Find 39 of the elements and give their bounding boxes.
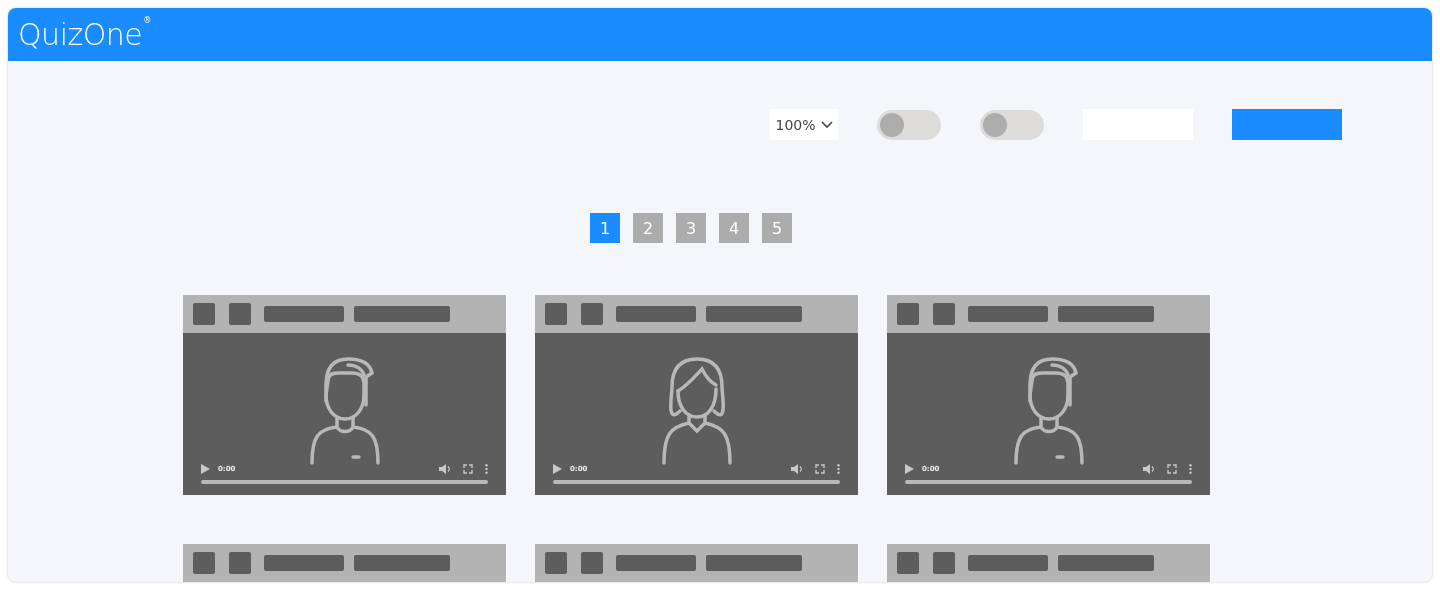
zoom-select[interactable]: 100%: [770, 109, 838, 140]
page-button[interactable]: 3: [676, 213, 706, 243]
fullscreen-icon[interactable]: [815, 464, 825, 474]
more-icon[interactable]: [485, 464, 488, 474]
page-button[interactable]: 1: [590, 213, 620, 243]
play-icon[interactable]: [553, 464, 562, 474]
fullscreen-icon[interactable]: [1167, 464, 1177, 474]
progress-track[interactable]: [553, 480, 840, 484]
progress-track[interactable]: [905, 480, 1192, 484]
toolbar-icon[interactable]: [897, 303, 919, 325]
page-button[interactable]: 4: [719, 213, 749, 243]
more-icon[interactable]: [1189, 464, 1192, 474]
toolbar-icon[interactable]: [229, 303, 251, 325]
toolbar-icon[interactable]: [545, 552, 567, 574]
progress-track[interactable]: [201, 480, 488, 484]
toolbar-icon[interactable]: [897, 552, 919, 574]
registered-mark: ®: [143, 16, 152, 26]
toggle-switch[interactable]: [877, 109, 941, 140]
toolbar-icon[interactable]: [933, 552, 955, 574]
volume-icon[interactable]: [439, 464, 451, 474]
toolbar-icon[interactable]: [581, 303, 603, 325]
play-icon[interactable]: [905, 464, 914, 474]
action-button[interactable]: [1232, 109, 1342, 140]
play-icon[interactable]: [201, 464, 210, 474]
toolbar-icon[interactable]: [933, 303, 955, 325]
toolbar-icon[interactable]: [193, 303, 215, 325]
toggle-switch[interactable]: [980, 109, 1044, 140]
volume-icon[interactable]: [1143, 464, 1155, 474]
toolbar-icon[interactable]: [229, 552, 251, 574]
more-icon[interactable]: [837, 464, 840, 474]
fullscreen-icon[interactable]: [463, 464, 473, 474]
toolbar-icon[interactable]: [193, 552, 215, 574]
page-button[interactable]: 2: [633, 213, 663, 243]
toolbar-icon[interactable]: [545, 303, 567, 325]
caret-icon: [820, 120, 833, 129]
volume-icon[interactable]: [791, 464, 803, 474]
logo[interactable]: QuizOne: [18, 18, 143, 52]
toolbar-icon[interactable]: [581, 552, 603, 574]
page-button[interactable]: 5: [762, 213, 792, 243]
